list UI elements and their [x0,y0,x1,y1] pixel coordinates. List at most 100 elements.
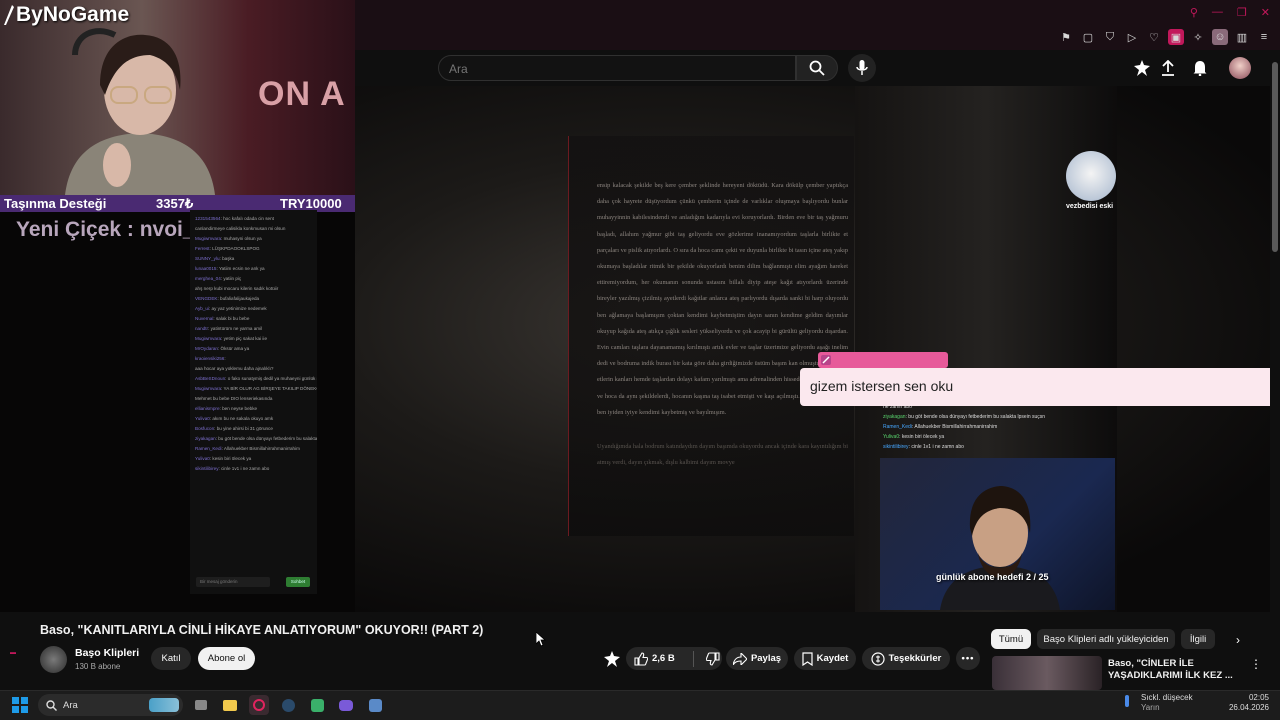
subscribe-button[interactable]: Abone ol [198,647,255,670]
save-button[interactable]: Kaydet [794,647,856,670]
puzzle-icon[interactable]: ✧ [1190,29,1206,45]
star-badge-icon [604,651,620,667]
chat-username: Yuliva0 [195,416,210,421]
chat-text: ahş nerp kubi mocaru kilerin sadık kotüi… [195,286,279,291]
heart-icon[interactable]: ♡ [1146,29,1162,45]
thanks-label: Teşekkürler [888,653,942,664]
play-icon[interactable]: ▷ [1124,29,1140,45]
chat-text: Allahuekber Bismillahirrahmanirrahim [914,424,998,430]
like-icon[interactable] [634,651,648,666]
share-button[interactable]: Paylaş [726,647,788,670]
chat-message: Mugiwmvara: muhasyni olsun ya [190,234,317,244]
search-highlight-image [149,698,179,712]
search-input[interactable] [439,56,781,82]
chat-text: Yatiim ecsin ne ank ya [218,266,265,271]
chat-username: Ayb_ui [195,306,209,311]
maximize-icon[interactable]: ❐ [1237,6,1247,19]
steam-icon[interactable] [278,695,298,715]
super-thanks-icon [871,651,885,666]
stream-logo: ByNoGame [2,3,129,27]
discord-icon[interactable] [336,695,356,715]
more-vertical-icon[interactable]: ⋮ [1250,657,1262,671]
like-count[interactable]: 2,6 B [652,653,675,664]
sidebar-icon[interactable]: ▥ [1234,29,1250,45]
chat-text: bufaliafalijaukajeda [220,296,260,301]
chat-message: aaa hocar aya yoklemu daha ajnalıklı? [190,364,317,374]
screenshot-icon[interactable]: ▢ [1080,29,1096,45]
shield-icon[interactable]: ⛉ [1102,29,1118,45]
user-badge-icon [821,355,831,365]
video-title: Baso, "KANITLARIYLA CİNLİ HİKAYE ANLATIY… [40,623,484,637]
dislike-icon[interactable] [705,651,720,666]
chat-text: bu göt bende olsa dünyayı fetbederim bu … [218,436,317,441]
minimize-icon[interactable]: — [1212,6,1223,19]
chat-input[interactable]: Bir mesaj gönderin [196,577,270,587]
chat-text: LÜŞKPDAOOKLSPOG [212,246,260,251]
extension-active-icon[interactable]: ▣ [1168,29,1184,45]
join-button[interactable]: Katıl [151,647,191,670]
search-box[interactable] [438,55,796,82]
gear-star-icon [1134,60,1150,76]
windows-start-icon[interactable] [12,697,28,713]
chat-separator: : [224,356,226,361]
weather-widget[interactable]: Sıckl. düşecek Yarın [1141,693,1193,713]
share-icon [732,652,747,665]
chat-text: bu göt bende olsa dünyayı fetbederim bu … [908,414,1046,420]
close-icon[interactable]: ✕ [1261,6,1270,19]
game-app-icon[interactable] [307,695,327,715]
search-button[interactable] [796,55,838,81]
create-button[interactable] [1158,58,1178,78]
task-view-icon[interactable] [191,695,211,715]
chat-message: nandtr: yatintürüm ne yarma amil [190,324,317,334]
network-app-icon[interactable] [365,695,385,715]
highlight-message: gizem istersen sen oku [810,378,954,394]
chat-username: Nuvernal [195,316,214,321]
pin-icon[interactable]: ⚑ [1058,29,1074,45]
chat-username: ziyakagan [195,436,216,441]
chip-all[interactable]: Tümü [991,629,1031,649]
chat-text: salak bi bu bebe [215,316,250,321]
chat-text: bu yine ahirsi bi 31 görunce [216,426,273,431]
chat-username: 1231543564 [195,216,221,221]
browser-extension-bar: ⚑ ▢ ⛉ ▷ ♡ ▣ ✧ ☺ ▥ ≡ [1058,26,1280,48]
opera-gx-icon[interactable] [249,695,269,715]
notifications-button[interactable] [1190,58,1210,78]
search-window-icon[interactable]: ⚲ [1190,6,1198,19]
window-controls: ⚲ — ❐ ✕ [1190,6,1270,19]
channel-name[interactable]: Başo Klipleri [75,647,139,659]
chevron-right-icon[interactable]: › [1236,633,1240,647]
channel-avatar[interactable] [40,646,67,673]
file-explorer-icon[interactable] [220,695,240,715]
clock-date: 26.04.2026 [1228,703,1269,712]
profile-icon[interactable]: ☺ [1212,29,1228,45]
account-avatar[interactable] [1229,57,1251,79]
voice-search-button[interactable] [848,54,876,82]
extension-star-button[interactable] [1132,58,1152,78]
donation-amount: 3357₺ [156,195,194,211]
scrollbar-thumb[interactable] [1272,62,1278,252]
upload-icon [1162,60,1174,76]
chat-username: Mugiwmvara [195,236,222,241]
chat-message: ziyakagan: bu göt bende olsa dünyayı fet… [190,434,317,444]
taskbar-clock[interactable]: 02:05 26.04.2026 [1227,693,1269,713]
chat-message: SUNNY_ylu: başka [190,254,317,264]
related-video-thumbnail[interactable] [992,656,1102,690]
thermometer-icon [1122,695,1132,711]
chat-username: Mugiwmvara [195,386,222,391]
chat-message-list: 1231543564: hoc kafalı odada cin sent can… [190,210,317,474]
thanks-button[interactable]: Teşekkürler [862,647,950,670]
sponsor-extension-button[interactable] [604,651,620,672]
chip-related[interactable]: İlgili [1181,629,1215,649]
search-icon [46,699,57,711]
more-actions-button[interactable]: ••• [956,647,980,670]
chat-message: lunaa0015: Yatiim ecsin ne ank ya [190,264,317,274]
related-video-title[interactable]: Baso, "CİNLER İLE YAŞADIKLARIMI İLK KEZ … [1108,658,1233,682]
chat-text: kesin biri ölecek ya [212,456,252,461]
chat-message: Ramen_Kedi: Allahuekber Bismillahirrahma… [190,444,317,454]
chat-send-button[interactable]: Sohbet [286,577,310,587]
menu-icon[interactable]: ≡ [1256,29,1272,45]
taskbar-search[interactable]: Ara [38,694,183,716]
search-icon [809,60,825,76]
chat-text: Allahuekber Bismillahirrahmanirrahim [223,446,300,451]
chip-uploader[interactable]: Başo Klipleri adlı yükleyiciden [1037,629,1175,649]
